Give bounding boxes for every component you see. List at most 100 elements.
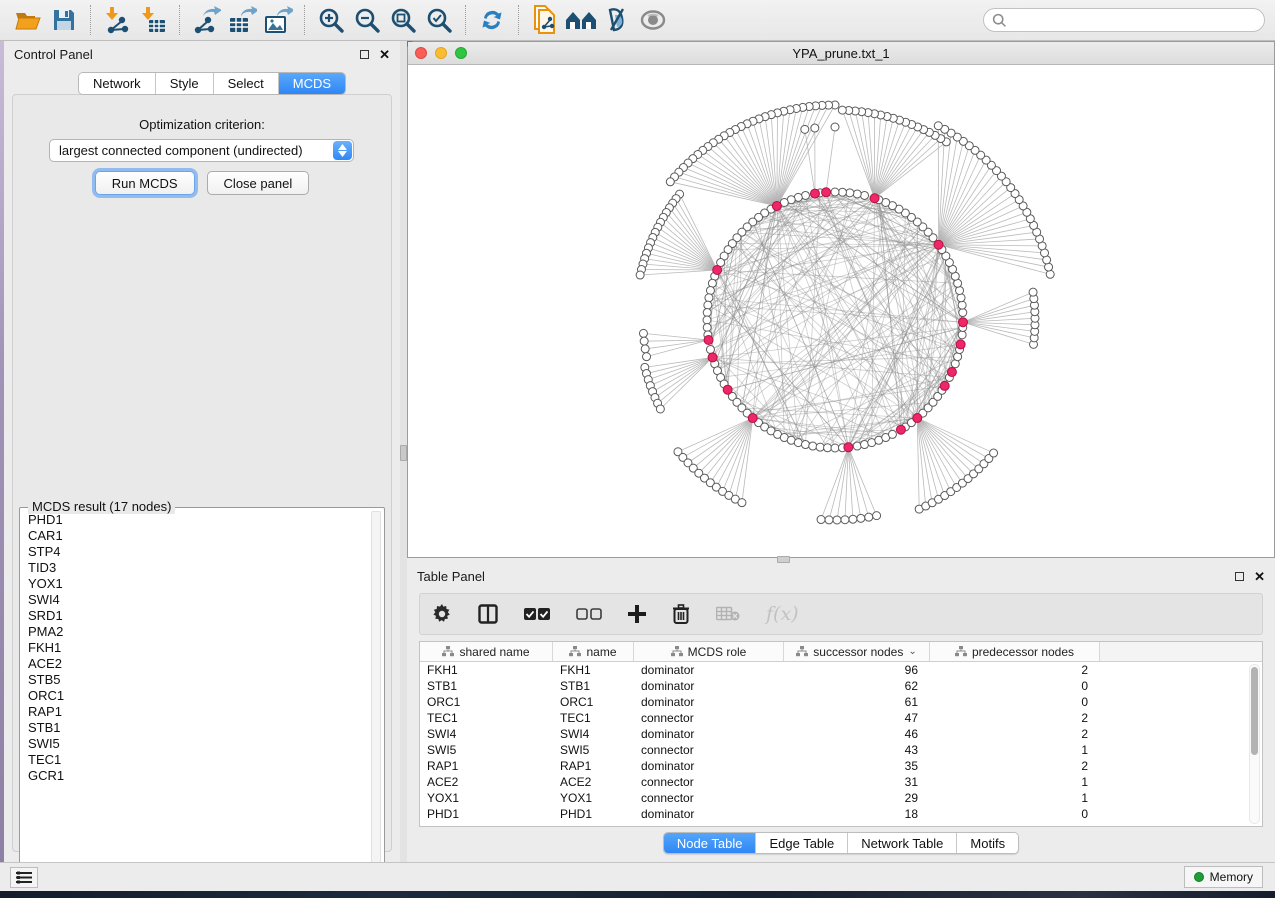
- table-row[interactable]: ORC1ORC1dominator610: [420, 694, 1262, 710]
- vertical-splitter-grip[interactable]: [400, 445, 407, 461]
- cell-predecessor-nodes: 2: [930, 663, 1100, 677]
- zoom-out-button[interactable]: [349, 3, 385, 37]
- import-network-button[interactable]: [99, 3, 135, 37]
- zoom-selected-button[interactable]: [421, 3, 457, 37]
- mcds-result-item[interactable]: TID3: [24, 560, 370, 576]
- close-panel-icon[interactable]: ✕: [379, 50, 390, 59]
- column-type-icon: [955, 646, 967, 657]
- run-mcds-button[interactable]: Run MCDS: [95, 171, 195, 195]
- show-columns-button[interactable]: [478, 604, 498, 624]
- export-image-button[interactable]: [260, 3, 296, 37]
- cell-name: PHD1: [553, 807, 634, 821]
- toolbar-separator: [90, 5, 91, 35]
- toolbar-separator: [465, 5, 466, 35]
- save-icon: [52, 8, 76, 32]
- horizontal-splitter-grip[interactable]: [777, 556, 790, 563]
- mcds-result-item[interactable]: ACE2: [24, 656, 370, 672]
- open-file-button[interactable]: [10, 3, 46, 37]
- zoom-in-button[interactable]: [313, 3, 349, 37]
- column-header-predecessor-nodes[interactable]: predecessor nodes: [930, 642, 1100, 661]
- delete-columns-button[interactable]: [672, 604, 690, 624]
- vertical-splitter[interactable]: [400, 41, 407, 862]
- mcds-result-item[interactable]: PMA2: [24, 624, 370, 640]
- first-neighbors-button[interactable]: [563, 3, 599, 37]
- new-column-button[interactable]: [628, 605, 646, 623]
- table-row[interactable]: PHD1PHD1dominator180: [420, 806, 1262, 822]
- table-scrollbar[interactable]: [1249, 664, 1260, 824]
- search-input[interactable]: [1012, 13, 1256, 28]
- table-scrollbar-thumb[interactable]: [1251, 667, 1258, 755]
- unselect-all-button[interactable]: [576, 607, 602, 621]
- table-row[interactable]: RAP1RAP1dominator352: [420, 758, 1262, 774]
- mcds-result-item[interactable]: STB1: [24, 720, 370, 736]
- tab-edge-table[interactable]: Edge Table: [756, 833, 848, 853]
- tab-select[interactable]: Select: [214, 73, 279, 94]
- mcds-result-item[interactable]: YOX1: [24, 576, 370, 592]
- task-history-button[interactable]: [10, 867, 38, 888]
- mcds-result-item[interactable]: STP4: [24, 544, 370, 560]
- cell-successor-nodes: 18: [784, 807, 930, 821]
- tab-style[interactable]: Style: [156, 73, 214, 94]
- mcds-result-item[interactable]: SWI5: [24, 736, 370, 752]
- mcds-result-item[interactable]: GCR1: [24, 768, 370, 784]
- tab-network-table[interactable]: Network Table: [848, 833, 957, 853]
- plus-icon: [628, 605, 646, 623]
- table-options-button[interactable]: [432, 604, 452, 624]
- mcds-result-item[interactable]: RAP1: [24, 704, 370, 720]
- table-row[interactable]: SWI5SWI5connector431: [420, 742, 1262, 758]
- columns-icon: [478, 604, 498, 624]
- tab-network[interactable]: Network: [79, 73, 156, 94]
- float-table-panel-icon[interactable]: [1235, 572, 1244, 581]
- column-header-successor-nodes[interactable]: successor nodes⌄: [784, 642, 930, 661]
- mcds-result-item[interactable]: ORC1: [24, 688, 370, 704]
- network-from-selection-icon: [531, 5, 559, 35]
- column-header-shared-name[interactable]: shared name: [420, 642, 553, 661]
- mcds-result-list[interactable]: PHD1CAR1STP4TID3YOX1SWI4SRD1PMA2FKH1ACE2…: [24, 512, 370, 874]
- memory-button[interactable]: Memory: [1184, 866, 1263, 888]
- save-session-button[interactable]: [46, 3, 82, 37]
- network-graph[interactable]: [408, 65, 1274, 557]
- close-table-panel-icon[interactable]: ✕: [1254, 572, 1265, 581]
- mcds-result-item[interactable]: STB5: [24, 672, 370, 688]
- delete-table-button[interactable]: [716, 606, 740, 622]
- table-row[interactable]: FKH1FKH1dominator962: [420, 662, 1262, 678]
- criterion-dropdown[interactable]: largest connected component (undirected): [49, 139, 354, 162]
- new-network-from-selection-button[interactable]: [527, 3, 563, 37]
- cell-MCDS-role: dominator: [634, 727, 784, 741]
- table-row[interactable]: STB1STB1dominator620: [420, 678, 1262, 694]
- column-header-MCDS-role[interactable]: MCDS role: [634, 642, 784, 661]
- tab-mcds[interactable]: MCDS: [279, 73, 345, 94]
- mcds-result-item[interactable]: SWI4: [24, 592, 370, 608]
- refresh-view-button[interactable]: [474, 3, 510, 37]
- network-canvas[interactable]: [408, 65, 1274, 557]
- table-row[interactable]: ACE2ACE2connector311: [420, 774, 1262, 790]
- export-network-button[interactable]: [188, 3, 224, 37]
- network-titlebar[interactable]: YPA_prune.txt_1: [408, 42, 1274, 65]
- mcds-result-item[interactable]: FKH1: [24, 640, 370, 656]
- show-all-button[interactable]: [635, 3, 671, 37]
- function-builder-button[interactable]: f(x): [766, 603, 799, 625]
- table-row[interactable]: SWI4SWI4dominator462: [420, 726, 1262, 742]
- mcds-result-item[interactable]: PHD1: [24, 512, 370, 528]
- table-toolbar: f(x): [419, 593, 1263, 635]
- column-header-name[interactable]: name: [553, 642, 634, 661]
- table-row[interactable]: YOX1YOX1connector291: [420, 790, 1262, 806]
- mcds-result-item[interactable]: TEC1: [24, 752, 370, 768]
- select-all-button[interactable]: [524, 607, 550, 621]
- close-panel-button[interactable]: Close panel: [207, 171, 310, 195]
- float-panel-icon[interactable]: [360, 50, 369, 59]
- cell-MCDS-role: dominator: [634, 695, 784, 709]
- zoom-out-icon: [353, 6, 381, 34]
- table-row[interactable]: TEC1TEC1connector472: [420, 710, 1262, 726]
- export-table-button[interactable]: [224, 3, 260, 37]
- hide-selected-button[interactable]: [599, 3, 635, 37]
- mcds-list-scrollbar[interactable]: [371, 511, 381, 875]
- mcds-result-item[interactable]: CAR1: [24, 528, 370, 544]
- tab-node-table[interactable]: Node Table: [664, 833, 757, 853]
- tab-motifs[interactable]: Motifs: [957, 833, 1018, 853]
- cell-name: RAP1: [553, 759, 634, 773]
- search-icon: [992, 13, 1007, 28]
- mcds-result-item[interactable]: SRD1: [24, 608, 370, 624]
- zoom-fit-button[interactable]: [385, 3, 421, 37]
- import-table-button[interactable]: [135, 3, 171, 37]
